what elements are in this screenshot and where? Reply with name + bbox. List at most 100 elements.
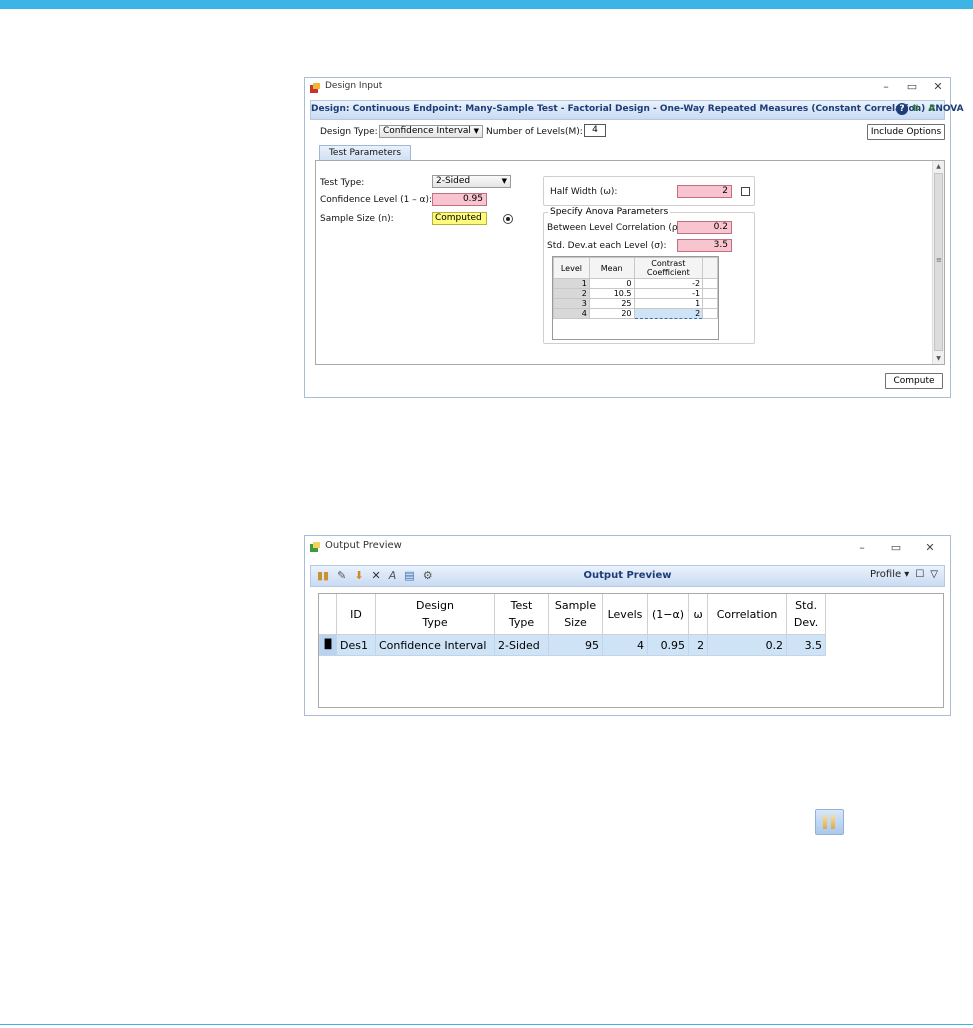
design-header-text: Design: Continuous Endpoint: Many-Sample… xyxy=(311,104,964,114)
cell-correlation: 0.2 xyxy=(707,634,788,656)
contrast-column-header: Contrast Coefficient xyxy=(633,257,704,279)
mean-cell[interactable]: 20 xyxy=(588,308,635,319)
help-icon[interactable]: ? xyxy=(896,103,908,115)
compute-button[interactable]: Compute xyxy=(885,373,943,389)
cell-std-dev: 3.5 xyxy=(786,634,827,656)
output-preview-chart-icon[interactable] xyxy=(815,809,844,835)
maximize-icon[interactable]: ▭ xyxy=(906,80,918,93)
delete-icon[interactable]: ✕ xyxy=(372,569,381,582)
column-header-design-type[interactable]: Design Type xyxy=(375,594,495,635)
design-input-app-icon xyxy=(310,83,320,93)
anova-group-title: Specify Anova Parameters xyxy=(548,207,671,217)
coef-cell[interactable]: -1 xyxy=(633,288,704,299)
mean-cell[interactable]: 10.5 xyxy=(588,288,635,299)
edit-icon[interactable]: ✎ xyxy=(337,569,346,582)
select-icon[interactable]: ☐ xyxy=(915,569,924,580)
level-column-header: Level xyxy=(553,257,590,279)
grid-header-row: ID Design Type Test Type Sample Size Levels… xyxy=(319,594,827,635)
cell-id: Des1 xyxy=(336,634,376,656)
close-icon[interactable]: ✕ xyxy=(932,80,944,93)
column-header-conf[interactable]: (1−α) xyxy=(647,594,690,635)
minimize-icon[interactable]: – xyxy=(880,80,892,93)
print-icon[interactable]: ▤ xyxy=(404,569,414,582)
settings-icon[interactable]: ⚙ xyxy=(423,569,433,582)
sample-size-radio[interactable] xyxy=(503,214,513,224)
std-dev-label: Std. Dev.at each Level (σ): xyxy=(547,241,667,251)
column-header-omega[interactable]: ω xyxy=(688,594,709,635)
coef-cell[interactable]: -2 xyxy=(633,278,704,289)
mean-cell[interactable]: 25 xyxy=(588,298,635,309)
vertical-scrollbar[interactable]: ▲ ≡ ▼ xyxy=(932,161,944,364)
cell-conf: 0.95 xyxy=(646,634,690,656)
output-preview-titlebar[interactable]: Output Preview – ▭ ✕ xyxy=(305,536,950,560)
output-preview-title: Output Preview xyxy=(325,540,402,551)
half-width-field[interactable]: 2 xyxy=(677,185,732,198)
tab-test-parameters[interactable]: Test Parameters xyxy=(319,145,411,161)
cell-design-type: Confidence Interval xyxy=(375,634,495,656)
mean-cell[interactable]: 0 xyxy=(588,278,635,289)
output-preview-window: Output Preview – ▭ ✕ ▮▮ ✎ ⬇ ✕ A ▤ ⚙ Outp… xyxy=(304,535,951,716)
column-header-correlation[interactable]: Correlation xyxy=(707,594,788,635)
rename-icon[interactable]: A xyxy=(389,569,397,582)
collapse-icon[interactable]: ⇵ xyxy=(928,103,940,115)
column-header-test-type[interactable]: Test Type xyxy=(494,594,549,635)
profile-dropdown[interactable]: Profile ▾ xyxy=(870,569,909,580)
coef-cell[interactable]: 1 xyxy=(633,298,704,309)
cell-test-type: 2-Sided xyxy=(494,634,549,656)
table-row: 1 0 -2 xyxy=(553,278,718,289)
chevron-down-icon: ▼ xyxy=(501,177,507,185)
design-input-titlebar[interactable]: Design Input – ▭ ✕ xyxy=(305,78,950,98)
profile-label: Profile xyxy=(870,569,902,580)
cell-sample-size: 95 xyxy=(548,634,603,656)
column-header-levels[interactable]: Levels xyxy=(602,594,648,635)
selector-column-header xyxy=(319,594,337,635)
design-type-value: Confidence Interval xyxy=(383,126,471,136)
chart-icon[interactable]: ▮▮ xyxy=(317,569,329,582)
filter-icon[interactable]: ▽ xyxy=(930,569,938,580)
top-accent-rule xyxy=(0,0,973,9)
levels-table: Level Mean Contrast Coefficient 1 0 -2 2… xyxy=(552,256,719,340)
output-preview-app-icon xyxy=(310,542,320,552)
table-row[interactable]: ▐▌ Des1 Confidence Interval 2-Sided 95 4… xyxy=(319,634,827,656)
correlation-label: Between Level Correlation (ρ): xyxy=(547,223,685,233)
level-cell: 4 xyxy=(553,308,590,319)
column-header-sample-size[interactable]: Sample Size xyxy=(548,594,603,635)
bar-chart-icon[interactable]: ▐▌ xyxy=(319,634,337,656)
include-options-button[interactable]: Include Options xyxy=(867,124,945,140)
confidence-level-field[interactable]: 0.95 xyxy=(432,193,487,206)
bottom-accent-rule xyxy=(0,1024,973,1025)
cell-omega: 2 xyxy=(688,634,709,656)
design-type-dropdown[interactable]: Confidence Interval ▼ xyxy=(379,125,483,138)
design-input-window: Design Input – ▭ ✕ Design: Continuous En… xyxy=(304,77,964,398)
chevron-down-icon: ▼ xyxy=(473,127,479,135)
mean-column-header: Mean xyxy=(588,257,635,279)
num-levels-input[interactable]: 4 xyxy=(584,124,606,137)
close-icon[interactable]: ✕ xyxy=(924,541,936,554)
num-levels-label: Number of Levels(M): xyxy=(486,127,583,137)
test-type-value: 2-Sided xyxy=(436,176,471,186)
output-toolbar: ▮▮ ✎ ⬇ ✕ A ▤ ⚙ Output Preview Profile ▾ … xyxy=(310,565,945,587)
coef-cell-selected[interactable]: 2 xyxy=(633,308,704,319)
save-icon[interactable]: ⬇ xyxy=(354,569,363,582)
design-header-bar: Design: Continuous Endpoint: Many-Sample… xyxy=(310,100,964,120)
cell-levels: 4 xyxy=(602,634,648,656)
column-header-id[interactable]: ID xyxy=(336,594,376,635)
column-header-std-dev[interactable]: Std. Dev. xyxy=(786,594,827,635)
half-width-checkbox[interactable] xyxy=(741,187,750,196)
sample-size-label: Sample Size (n): xyxy=(320,214,394,224)
level-cell: 1 xyxy=(553,278,590,289)
scroll-down-icon[interactable]: ▼ xyxy=(933,355,944,362)
correlation-field[interactable]: 0.2 xyxy=(677,221,732,234)
expand-icon[interactable]: ⇅ xyxy=(912,103,924,115)
test-type-label: Test Type: xyxy=(320,178,365,188)
test-type-dropdown[interactable]: 2-Sided ▼ xyxy=(432,175,511,188)
table-row: 4 20 2 xyxy=(553,308,718,319)
half-width-label: Half Width (ω): xyxy=(550,187,618,197)
std-dev-field[interactable]: 3.5 xyxy=(677,239,732,252)
maximize-icon[interactable]: ▭ xyxy=(890,541,902,554)
scroll-up-icon[interactable]: ▲ xyxy=(933,163,944,170)
confidence-level-label: Confidence Level (1 – α): xyxy=(320,195,433,205)
sample-size-field[interactable]: Computed xyxy=(432,212,487,225)
minimize-icon[interactable]: – xyxy=(856,541,868,554)
design-type-label: Design Type: xyxy=(320,127,378,137)
